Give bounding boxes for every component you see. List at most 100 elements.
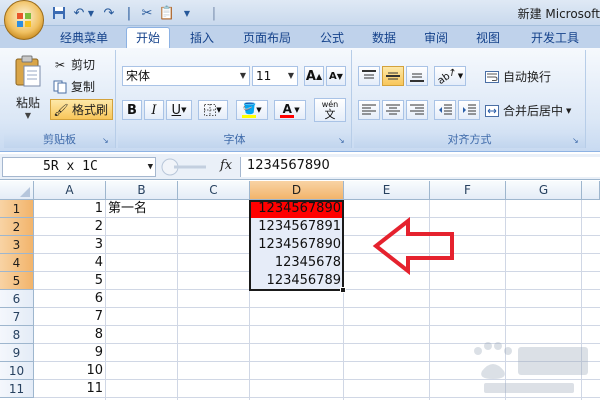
cell-b[interactable] bbox=[106, 254, 177, 272]
cell-d[interactable] bbox=[250, 308, 343, 326]
select-all-corner[interactable] bbox=[0, 181, 34, 200]
font-color-button[interactable]: A ▼ bbox=[274, 100, 306, 120]
tab-data[interactable]: 数据 bbox=[362, 28, 406, 48]
align-center-button[interactable] bbox=[382, 100, 404, 120]
wrap-text-button[interactable]: 自动换行 bbox=[484, 68, 551, 85]
column-header-g[interactable]: G bbox=[506, 181, 582, 200]
cell-a[interactable]: 3 bbox=[34, 236, 105, 254]
cell-a[interactable]: 6 bbox=[34, 290, 105, 308]
merge-center-button[interactable]: 合并后居中 ▼ bbox=[484, 102, 571, 119]
tab-home[interactable]: 开始 bbox=[126, 27, 170, 49]
grow-font-button[interactable]: A ▲ bbox=[304, 66, 324, 86]
row-header[interactable]: 7 bbox=[0, 308, 34, 326]
merge-center-dropdown-icon[interactable]: ▼ bbox=[566, 107, 571, 115]
decrease-indent-button[interactable] bbox=[434, 100, 456, 120]
cell-d[interactable] bbox=[250, 344, 343, 362]
row-header[interactable]: 5 bbox=[0, 272, 34, 290]
cell-a[interactable]: 5 bbox=[34, 272, 105, 290]
cell-d[interactable] bbox=[250, 362, 343, 380]
cell-b[interactable] bbox=[106, 362, 177, 380]
row-header[interactable]: 2 bbox=[0, 218, 34, 236]
cell-d[interactable] bbox=[250, 380, 343, 398]
row-header[interactable]: 6 bbox=[0, 290, 34, 308]
cell-b[interactable] bbox=[106, 344, 177, 362]
format-painter-button[interactable]: 🖌 格式刷 bbox=[50, 99, 114, 120]
fill-color-button[interactable]: 🪣 ▼ bbox=[236, 100, 268, 120]
cell-b[interactable] bbox=[106, 236, 177, 254]
cell-b[interactable] bbox=[106, 272, 177, 290]
column-header-d[interactable]: D bbox=[250, 181, 344, 200]
cell-b[interactable] bbox=[106, 290, 177, 308]
paste-button[interactable]: 粘贴 ▼ bbox=[8, 54, 48, 128]
font-name-dropdown-icon[interactable]: ▼ bbox=[237, 67, 249, 85]
shrink-font-button[interactable]: A ▼ bbox=[326, 66, 346, 86]
cell-a[interactable]: 11 bbox=[34, 380, 105, 398]
tab-classic-menu[interactable]: 经典菜单 bbox=[52, 28, 116, 48]
cell-d[interactable]: 1234567891 bbox=[250, 218, 343, 236]
align-top-button[interactable] bbox=[358, 66, 380, 86]
alignment-launcher-icon[interactable]: ↘ bbox=[572, 136, 582, 146]
font-launcher-icon[interactable]: ↘ bbox=[338, 136, 348, 146]
clipboard-launcher-icon[interactable]: ↘ bbox=[102, 136, 112, 146]
italic-button[interactable]: I bbox=[144, 100, 164, 120]
increase-indent-button[interactable] bbox=[458, 100, 480, 120]
column-header-h-partial[interactable] bbox=[582, 181, 600, 200]
underline-button[interactable]: U ▼ bbox=[166, 100, 192, 120]
cell-d[interactable] bbox=[250, 290, 343, 308]
column-header-e[interactable]: E bbox=[344, 181, 430, 200]
cell-d[interactable]: 1234567890 bbox=[250, 236, 343, 254]
save-icon[interactable] bbox=[50, 4, 68, 22]
phonetic-button[interactable]: wén 文 bbox=[314, 98, 346, 122]
cell-b[interactable] bbox=[106, 326, 177, 344]
cell-d[interactable]: 12345678 bbox=[250, 254, 343, 272]
cell-d[interactable]: 1234567890 bbox=[250, 200, 343, 218]
font-name-combo[interactable]: 宋体 ▼ bbox=[122, 66, 250, 86]
worksheet-grid[interactable]: A B C D E F G 1 2 3 4 5 6 7 8 9 10 11 1 第一名 12345678… bbox=[0, 181, 600, 400]
insert-function-icon[interactable]: fx bbox=[220, 158, 232, 173]
row-header[interactable]: 11 bbox=[0, 380, 34, 398]
bold-button[interactable]: B bbox=[122, 100, 142, 120]
cell-b[interactable] bbox=[106, 308, 177, 326]
column-header-c[interactable]: C bbox=[178, 181, 250, 200]
tools-icon[interactable]: ✂ bbox=[138, 4, 156, 22]
align-right-button[interactable] bbox=[406, 100, 428, 120]
cell-a[interactable]: 10 bbox=[34, 362, 105, 380]
tab-insert[interactable]: 插入 bbox=[180, 28, 224, 48]
cell-a[interactable]: 2 bbox=[34, 218, 105, 236]
font-size-dropdown-icon[interactable]: ▼ bbox=[285, 67, 297, 85]
cell-b[interactable]: 第一名 bbox=[106, 200, 177, 218]
copy-button[interactable]: 复制 bbox=[52, 78, 95, 95]
name-box-dropdown-icon[interactable]: ▼ bbox=[148, 158, 153, 176]
name-box[interactable]: 5R x 1C ▼ bbox=[2, 157, 156, 177]
align-middle-button[interactable] bbox=[382, 66, 404, 86]
tab-view[interactable]: 视图 bbox=[466, 28, 510, 48]
orientation-button[interactable]: ab↗ ▼ bbox=[434, 66, 466, 86]
fill-handle[interactable] bbox=[340, 287, 346, 293]
formula-input[interactable]: 1234567890 bbox=[240, 157, 600, 177]
align-bottom-button[interactable] bbox=[406, 66, 428, 86]
column-header-f[interactable]: F bbox=[430, 181, 506, 200]
cell-d[interactable] bbox=[250, 326, 343, 344]
cell-a[interactable]: 1 bbox=[34, 200, 105, 218]
tab-review[interactable]: 审阅 bbox=[414, 28, 458, 48]
borders-button[interactable]: ▼ bbox=[198, 100, 228, 120]
row-header[interactable]: 3 bbox=[0, 236, 34, 254]
cell-a[interactable]: 9 bbox=[34, 344, 105, 362]
row-header[interactable]: 8 bbox=[0, 326, 34, 344]
row-header[interactable]: 9 bbox=[0, 344, 34, 362]
cell-a[interactable]: 4 bbox=[34, 254, 105, 272]
undo-dropdown-icon[interactable]: ▼ bbox=[86, 4, 96, 22]
cell-a[interactable]: 8 bbox=[34, 326, 105, 344]
quick-paste-icon[interactable]: 📋 bbox=[158, 4, 176, 22]
cell-a[interactable]: 7 bbox=[34, 308, 105, 326]
column-header-b[interactable]: B bbox=[106, 181, 178, 200]
cell-b[interactable] bbox=[106, 380, 177, 398]
customize-qat-icon[interactable]: ▼ bbox=[178, 4, 196, 22]
font-size-combo[interactable]: 11 ▼ bbox=[252, 66, 298, 86]
cell-b[interactable] bbox=[106, 218, 177, 236]
paste-dropdown-icon[interactable]: ▼ bbox=[25, 111, 31, 120]
row-header[interactable]: 1 bbox=[0, 200, 34, 218]
column-header-a[interactable]: A bbox=[34, 181, 106, 200]
office-button[interactable] bbox=[4, 0, 44, 40]
tab-page-layout[interactable]: 页面布局 bbox=[236, 28, 298, 48]
